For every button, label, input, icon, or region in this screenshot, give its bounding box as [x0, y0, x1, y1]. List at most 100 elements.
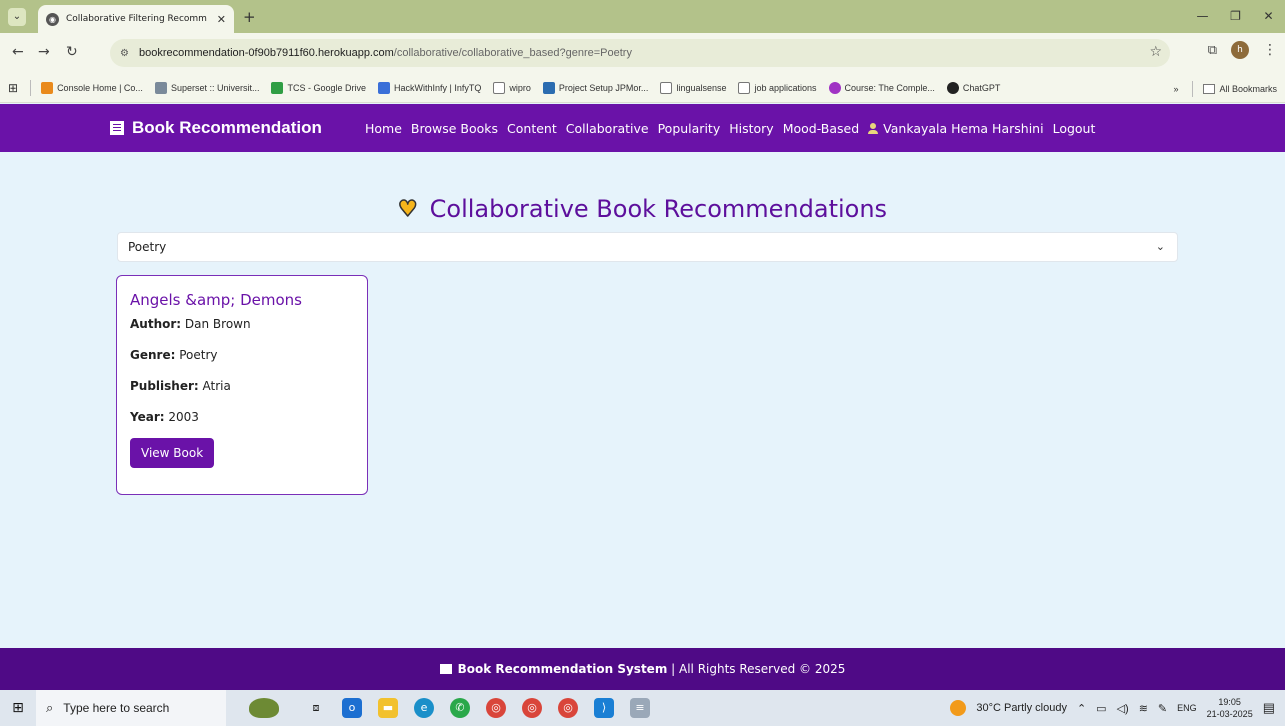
chrome-icon[interactable]: ◎: [486, 698, 506, 718]
nav-content[interactable]: Content: [507, 121, 557, 136]
clock-date: 21-03-2025: [1206, 709, 1253, 719]
browser-toolbar-right: ⧉ h ⋮: [1208, 41, 1277, 59]
bookmark-folder[interactable]: wipro: [493, 81, 531, 94]
bookmark-folder[interactable]: lingualsense: [660, 81, 726, 94]
language-indicator[interactable]: ENG: [1177, 703, 1197, 713]
edge-icon[interactable]: e: [414, 698, 434, 718]
nav-links: Home Browse Books Content Collaborative …: [365, 121, 1095, 136]
minimize-button[interactable]: —: [1186, 0, 1219, 33]
book-publisher: Publisher: Atria: [130, 379, 231, 393]
nav-collaborative[interactable]: Collaborative: [566, 121, 649, 136]
windows-start-button[interactable]: ⊞: [0, 700, 36, 716]
system-tray: 30°C Partly cloudy ⌃ ▭ ◁) ≋ ✎ ENG 19:05 …: [950, 690, 1285, 726]
windows-taskbar: ⊞ ⌕ Type here to search ⧈ o ▬ e ✆ ◎ ◎ ◎ …: [0, 690, 1285, 726]
nav-home[interactable]: Home: [365, 121, 402, 136]
network-icon[interactable]: ▭: [1096, 702, 1106, 715]
nav-history[interactable]: History: [729, 121, 773, 136]
file-explorer-icon[interactable]: ▬: [378, 698, 398, 718]
user-icon: [868, 123, 879, 134]
bookmark-item[interactable]: Course: The Comple...: [828, 81, 935, 94]
tab-search-button[interactable]: ⌄: [8, 8, 26, 26]
brand-text: Book Recommendation: [132, 118, 322, 137]
bookmark-item[interactable]: HackWithInfy | InfyTQ: [378, 81, 481, 94]
taskbar-search-input[interactable]: ⌕ Type here to search: [36, 690, 226, 726]
whatsapp-icon[interactable]: ✆: [450, 698, 470, 718]
book-year: Year: 2003: [130, 410, 199, 424]
page-title: ♥ Collaborative Book Recommendations: [0, 195, 1285, 223]
wifi-icon[interactable]: ≋: [1139, 702, 1148, 715]
bookmarks-bar: ⊞ Console Home | Co... Superset :: Unive…: [0, 73, 1285, 103]
clock-time: 19:05: [1218, 697, 1241, 707]
nav-popularity[interactable]: Popularity: [658, 121, 721, 136]
genre-select[interactable]: Poetry ⌄: [117, 232, 1178, 262]
close-window-button[interactable]: ✕: [1252, 0, 1285, 33]
page-footer: Book Recommendation System | All Rights …: [0, 648, 1285, 690]
globe-icon: ◉: [46, 12, 59, 26]
browser-tab-active[interactable]: ◉ Collaborative Filtering Recomm ✕: [38, 5, 234, 33]
browser-tab-strip: ⌄ ◉ Collaborative Filtering Recomm ✕ + —…: [0, 0, 1285, 33]
url-input[interactable]: ⚙ bookrecommendation-0f90b7911f60.heroku…: [110, 39, 1170, 67]
address-bar-row: ← → ↻ ⚙ bookrecommendation-0f90b7911f60.…: [0, 33, 1285, 73]
back-button[interactable]: ←: [12, 44, 24, 60]
bookmark-item[interactable]: Console Home | Co...: [41, 81, 143, 94]
nav-logout[interactable]: Logout: [1053, 121, 1096, 136]
weather-icon[interactable]: [950, 700, 967, 716]
bookmark-icon: [378, 81, 391, 94]
bookmark-icon: [542, 81, 555, 94]
chevron-down-icon: ⌄: [1155, 240, 1165, 253]
close-icon[interactable]: ✕: [217, 13, 226, 26]
bookmark-item[interactable]: TCS - Google Drive: [271, 81, 366, 94]
brand-link[interactable]: Book Recommendation: [110, 118, 322, 138]
vscode-icon[interactable]: ⟩: [594, 698, 614, 718]
footer-brand: Book Recommendation System: [457, 662, 668, 676]
user-name: Vankayala Hema Harshini: [883, 121, 1044, 136]
nav-browse-books[interactable]: Browse Books: [411, 121, 498, 136]
nav-mood-based[interactable]: Mood-Based: [783, 121, 859, 136]
search-highlight-image[interactable]: [234, 693, 294, 723]
notepad-icon[interactable]: ≡: [630, 698, 650, 718]
heart-icon: ♥: [397, 196, 418, 223]
book-genre: Genre: Poetry: [130, 348, 218, 362]
genre-select-value: Poetry: [128, 240, 167, 254]
bookmark-item[interactable]: Superset :: Universit...: [154, 81, 259, 94]
chrome-profile-icon[interactable]: ◎: [522, 698, 542, 718]
bookmarks-right: » All Bookmarks: [1173, 81, 1277, 97]
bookmark-star-icon[interactable]: ☆: [1149, 44, 1162, 60]
forward-button[interactable]: →: [38, 44, 50, 60]
task-view-icon[interactable]: ⧈: [306, 698, 326, 718]
chatgpt-icon: [946, 81, 959, 94]
reload-button[interactable]: ↻: [66, 44, 78, 60]
notifications-icon[interactable]: ▤: [1263, 700, 1275, 716]
chrome-profile-icon[interactable]: ◎: [558, 698, 578, 718]
tab-title: Collaborative Filtering Recomm: [66, 14, 207, 24]
bookmark-icon: [41, 81, 54, 94]
clock[interactable]: 19:05 21-03-2025: [1207, 696, 1253, 720]
footer-rights: | All Rights Reserved © 2025: [667, 662, 846, 676]
all-bookmarks-button[interactable]: All Bookmarks: [1219, 84, 1277, 94]
extensions-icon[interactable]: ⧉: [1208, 43, 1217, 58]
bookmark-item[interactable]: Project Setup JPMor...: [542, 81, 648, 94]
tray-chevron-up-icon[interactable]: ⌃: [1077, 702, 1086, 715]
bookmark-item[interactable]: ChatGPT: [946, 81, 1000, 94]
book-title: Angels &amp; Demons: [130, 291, 303, 309]
more-bookmarks-button[interactable]: »: [1173, 84, 1178, 94]
drive-icon: [271, 81, 284, 94]
folder-icon: [738, 81, 751, 94]
apps-icon[interactable]: ⊞: [8, 81, 18, 95]
window-controls: — ❐ ✕: [1186, 0, 1285, 33]
menu-icon[interactable]: ⋮: [1263, 42, 1277, 58]
pen-icon[interactable]: ✎: [1158, 702, 1167, 715]
divider: [1192, 81, 1194, 97]
profile-avatar[interactable]: h: [1231, 41, 1249, 59]
new-tab-button[interactable]: +: [243, 8, 256, 26]
view-book-button[interactable]: View Book: [130, 438, 215, 468]
outlook-icon[interactable]: o: [342, 698, 362, 718]
volume-icon[interactable]: ◁): [1117, 702, 1129, 715]
site-info-icon[interactable]: ⚙: [120, 48, 129, 59]
restore-button[interactable]: ❐: [1219, 0, 1252, 33]
nav-user[interactable]: Vankayala Hema Harshini: [868, 121, 1044, 136]
book-icon: [110, 121, 124, 135]
folder-icon: [660, 81, 673, 94]
bookmark-folder[interactable]: job applications: [738, 81, 817, 94]
weather-text[interactable]: 30°C Partly cloudy: [976, 702, 1067, 714]
